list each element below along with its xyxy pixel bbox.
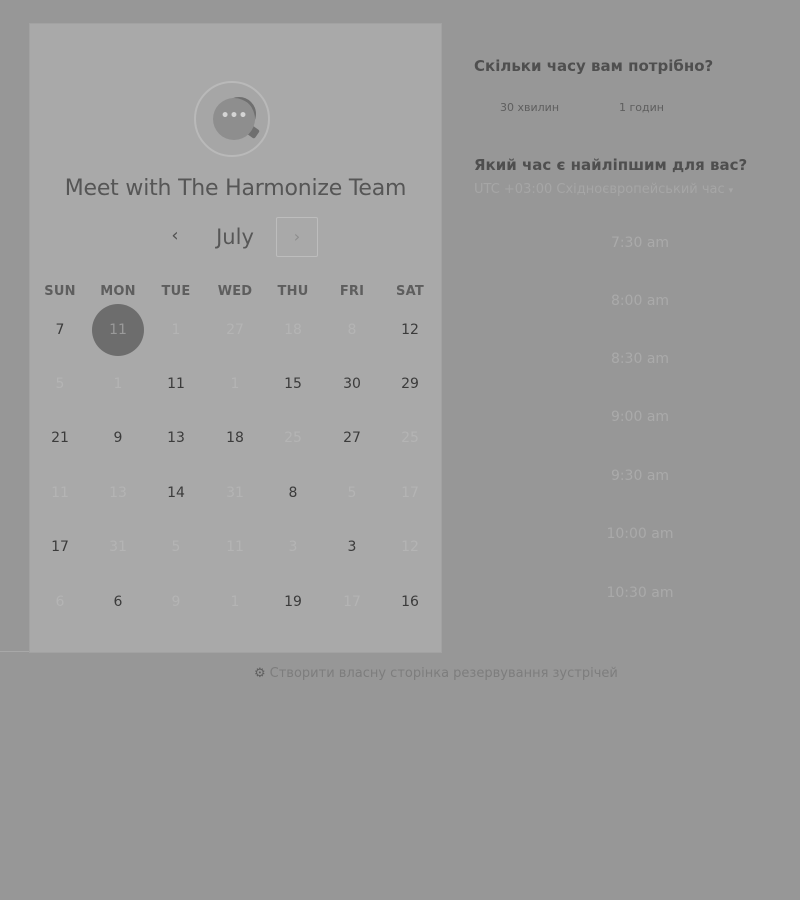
create-booking-page-text: Створити власну сторінка резервування зу… <box>269 666 618 681</box>
month-navigation: ‹ July › <box>30 216 441 258</box>
calendar-day[interactable]: 16 <box>384 576 436 628</box>
divider <box>0 651 29 652</box>
calendar-day: 6 <box>55 594 65 610</box>
duration-question: Скільки часу вам потрібно? <box>474 57 714 75</box>
calendar-day: 5 <box>171 539 181 555</box>
page: ••• Meet with The Harmonize Team ‹ July … <box>0 0 800 900</box>
weekday-header: SUN MON TUE WED THU FRI SAT <box>30 284 441 304</box>
calendar-day[interactable]: 19 <box>267 576 319 628</box>
calendar-day: 9 <box>171 594 181 610</box>
calendar-day: 18 <box>284 322 302 338</box>
duration-option-1hour[interactable]: 1 годин <box>619 97 664 119</box>
calendar-day[interactable]: 17 <box>34 521 86 573</box>
calendar-day: 1 <box>230 594 240 610</box>
weekday-mon: MON <box>100 284 136 299</box>
chat-bubble-icon: ••• <box>213 98 255 140</box>
previous-month-button[interactable]: ‹ <box>160 218 190 254</box>
next-month-button[interactable]: › <box>276 217 318 257</box>
calendar-day[interactable]: 3 <box>326 521 378 573</box>
time-slot-button[interactable]: 10:00 am <box>560 522 720 546</box>
calendar-day: 5 <box>347 485 357 501</box>
calendar-day: 17 <box>401 485 419 501</box>
calendar-day: 1 <box>230 376 240 392</box>
weekday-sun: SUN <box>44 284 76 299</box>
weekday-fri: FRI <box>339 284 365 299</box>
time-slot-button[interactable]: 10:30 am <box>560 581 720 605</box>
calendar-day[interactable]: 13 <box>150 412 202 464</box>
calendar-day[interactable]: 15 <box>267 358 319 410</box>
calendar-card: ••• Meet with The Harmonize Team ‹ July … <box>29 23 442 653</box>
calendar-day[interactable]: 27 <box>326 412 378 464</box>
calendar-day[interactable]: 14 <box>150 467 202 519</box>
calendar-day: 13 <box>109 485 127 501</box>
time-slot-button[interactable]: 8:30 am <box>560 347 720 371</box>
calendar-day: 31 <box>109 539 127 555</box>
calendar-day[interactable]: 29 <box>384 358 436 410</box>
selected-day[interactable]: 11 <box>92 304 144 356</box>
sprocket-icon: ⚙ <box>254 666 266 681</box>
create-booking-page-link[interactable]: ⚙ Створити власну сторінка резервування з… <box>254 666 618 681</box>
weekday-thu: THU <box>277 284 309 299</box>
calendar-day: 11 <box>226 539 244 555</box>
weekday-tue: TUE <box>161 284 191 299</box>
calendar-day: 1 <box>113 376 123 392</box>
time-question: Який час є найліпшим для вас? <box>474 156 748 174</box>
timezone-label: UTC +03:00 Східноєвропейський час <box>474 182 725 197</box>
calendar-day: 12 <box>401 539 419 555</box>
calendar-day: 25 <box>401 430 419 446</box>
meeting-title: Meet with The Harmonize Team <box>64 176 407 201</box>
calendar-day: 11 <box>51 485 69 501</box>
time-slot-button[interactable]: 9:00 am <box>560 405 720 429</box>
calendar-day: 3 <box>288 539 298 555</box>
duration-option-30min[interactable]: 30 хвилин <box>500 97 559 119</box>
calendar-day: 5 <box>55 376 65 392</box>
calendar-day: 8 <box>347 322 357 338</box>
calendar-day[interactable]: 6 <box>92 576 144 628</box>
calendar-day[interactable]: 11 <box>150 358 202 410</box>
calendar-day: 1 <box>171 322 181 338</box>
calendar-day: 27 <box>226 322 244 338</box>
timezone-select[interactable]: UTC +03:00 Східноєвропейський час ▾ <box>474 182 733 197</box>
chevron-down-icon: ▾ <box>728 186 734 196</box>
time-slot-button[interactable]: 9:30 am <box>560 464 720 488</box>
time-slot-button[interactable]: 8:00 am <box>560 289 720 313</box>
calendar-day[interactable]: 30 <box>326 358 378 410</box>
calendar-day: 31 <box>226 485 244 501</box>
calendar-day: 17 <box>343 594 361 610</box>
team-avatar: ••• <box>194 81 270 157</box>
calendar-day: 25 <box>284 430 302 446</box>
calendar-day[interactable]: 21 <box>34 412 86 464</box>
month-label: July <box>216 225 254 249</box>
weekday-sat: SAT <box>396 284 424 299</box>
calendar-day[interactable]: 8 <box>267 467 319 519</box>
calendar-day[interactable]: 12 <box>384 304 436 356</box>
calendar-day[interactable]: 18 <box>209 412 261 464</box>
calendar-day[interactable]: 9 <box>92 412 144 464</box>
calendar-day[interactable]: 7 <box>34 304 86 356</box>
time-slot-button[interactable]: 7:30 am <box>560 231 720 255</box>
weekday-wed: WED <box>217 284 253 299</box>
